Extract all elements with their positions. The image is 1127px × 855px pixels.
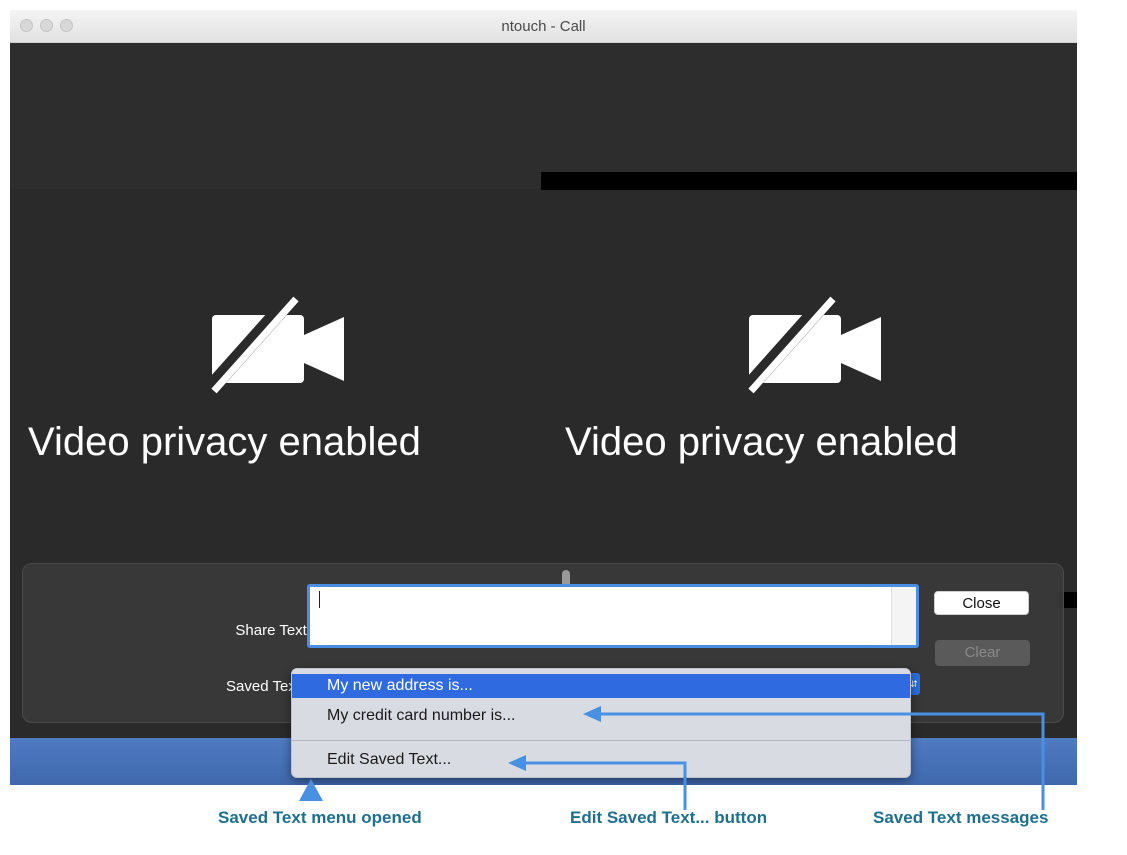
- callout-arrows: [299, 706, 1045, 810]
- edit-button-arrow-head: [508, 755, 526, 771]
- edit-button-arrow: [525, 761, 687, 810]
- messages-arrow-head: [583, 706, 601, 722]
- callout-edit-button: Edit Saved Text... button: [570, 808, 768, 827]
- callout-messages: Saved Text messages: [873, 808, 1049, 827]
- callout-menu-opened: Saved Text menu opened: [218, 808, 422, 827]
- menu-opened-arrow-head: [299, 779, 323, 801]
